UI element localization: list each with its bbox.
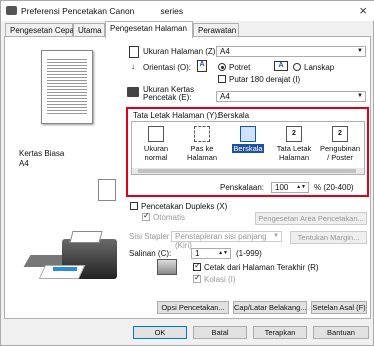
ok-button[interactable]: OK bbox=[133, 326, 187, 339]
landscape-radio[interactable] bbox=[293, 63, 301, 71]
layout-fit-to-page[interactable]: Pas ke Halaman bbox=[180, 126, 224, 162]
tab-maintenance[interactable]: Perawatan bbox=[193, 23, 239, 37]
layout-tiling-poster[interactable]: 2 Pengubinan / Poster bbox=[318, 126, 362, 162]
rotate-label: Putar 180 derajat (I) bbox=[229, 75, 301, 84]
landscape-label: Lanskap bbox=[304, 63, 335, 72]
normal-size-icon bbox=[148, 126, 164, 142]
layout-scaled[interactable]: Berskala bbox=[226, 126, 270, 153]
layout-scrollbar[interactable] bbox=[132, 168, 364, 174]
layout-page-layout[interactable]: 2 Tata Letak Halaman bbox=[272, 126, 316, 162]
copies-icon bbox=[157, 259, 177, 275]
page-size-select[interactable]: A4 ▼ bbox=[216, 46, 366, 57]
printing-preferences-window: Preferensi Pencetakan Canon series × Pen… bbox=[0, 0, 374, 346]
tab-main[interactable]: Utama bbox=[73, 23, 105, 37]
duplex-auto-checkbox[interactable] bbox=[142, 211, 150, 221]
copies-range: (1-999) bbox=[236, 249, 262, 258]
page-preview bbox=[41, 50, 93, 124]
duplex-auto-label: Otomatis bbox=[153, 213, 186, 222]
collate-label: Kolasi (I) bbox=[204, 275, 236, 284]
title-bar: Preferensi Pencetakan Canon series × bbox=[1, 1, 374, 21]
printer-paper-icon bbox=[127, 87, 139, 97]
print-last-page-first-label: Cetak dari Halaman Terakhir (R) bbox=[204, 263, 319, 272]
printer-paper-select[interactable]: A4 ▼ bbox=[216, 91, 366, 102]
scaled-icon bbox=[240, 126, 256, 142]
apply-button[interactable]: Terapkan bbox=[253, 326, 307, 339]
orientation-label: Orientasi (O): bbox=[143, 63, 192, 72]
help-button[interactable]: Bantuan bbox=[313, 326, 369, 339]
print-last-page-first-checkbox[interactable] bbox=[193, 261, 201, 271]
printer-illustration bbox=[23, 227, 123, 289]
portrait-label: Potret bbox=[229, 63, 251, 72]
paper-size-label: A4 bbox=[19, 159, 29, 168]
tab-quick-setup[interactable]: Pengesetan Cepat bbox=[5, 23, 76, 37]
tiling-poster-icon: 2 bbox=[332, 126, 348, 142]
copies-label: Salinan (C): bbox=[129, 249, 172, 258]
tab-page-setup[interactable]: Pengesetan Halaman bbox=[105, 21, 193, 38]
stapler-select[interactable]: Penstapleran sisi panjang (Kiri) ▼ bbox=[171, 231, 282, 250]
layout-label: Tata Letak Halaman (Y): bbox=[133, 111, 220, 120]
scaling-range: % (20-400) bbox=[314, 183, 354, 192]
duplex-checkbox[interactable] bbox=[130, 202, 138, 210]
scaling-input[interactable]: 100 ▲▼ bbox=[271, 182, 309, 193]
layout-value: Berskala bbox=[218, 111, 250, 120]
scaling-label: Penskalaan: bbox=[220, 183, 265, 192]
layout-list: Ukuran normal Pas ke Halaman Berskala 2T… bbox=[131, 121, 365, 175]
defaults-button[interactable]: Setelan Asal (F) bbox=[311, 301, 367, 314]
printer-paper-label: Ukuran Kertas Pencetak (E): bbox=[143, 85, 195, 102]
printer-icon bbox=[6, 6, 17, 15]
fit-to-page-icon bbox=[194, 126, 210, 142]
collate-checkbox[interactable] bbox=[193, 273, 201, 283]
media-type-label: Kertas Biasa bbox=[19, 149, 65, 158]
orientation-arrow-icon: ↓ bbox=[131, 62, 135, 71]
page-layout-icon: 2 bbox=[286, 126, 302, 142]
portrait-radio[interactable] bbox=[218, 63, 226, 71]
cancel-button[interactable]: Batal bbox=[193, 326, 247, 339]
rotate-checkbox[interactable] bbox=[218, 75, 226, 83]
print-options-button[interactable]: Opsi Pencetakan... bbox=[157, 301, 229, 314]
stamp-background-button[interactable]: Cap/Latar Belakang... bbox=[233, 301, 307, 314]
print-area-setup-button[interactable]: Pengesetan Area Pencetakan... bbox=[255, 212, 367, 225]
landscape-icon: A bbox=[274, 61, 288, 71]
specify-margin-button[interactable]: Tentukan Margin... bbox=[290, 231, 367, 244]
portrait-icon: A bbox=[197, 60, 207, 72]
paper-preview-icon bbox=[98, 179, 116, 201]
close-icon[interactable]: × bbox=[359, 3, 367, 18]
copies-input[interactable]: 1 ▲▼ bbox=[191, 248, 231, 259]
layout-normal-size[interactable]: Ukuran normal bbox=[134, 126, 178, 162]
page-size-label: Ukuran Halaman (Z): bbox=[143, 47, 218, 56]
page-setup-panel: Kertas Biasa A4 Ukuran Halaman (Z): A4 ▼ … bbox=[4, 36, 371, 319]
page-size-icon bbox=[129, 46, 139, 58]
duplex-label: Pencetakan Dupleks (X) bbox=[141, 202, 228, 211]
window-title: Preferensi Pencetakan Canon series bbox=[21, 6, 184, 16]
